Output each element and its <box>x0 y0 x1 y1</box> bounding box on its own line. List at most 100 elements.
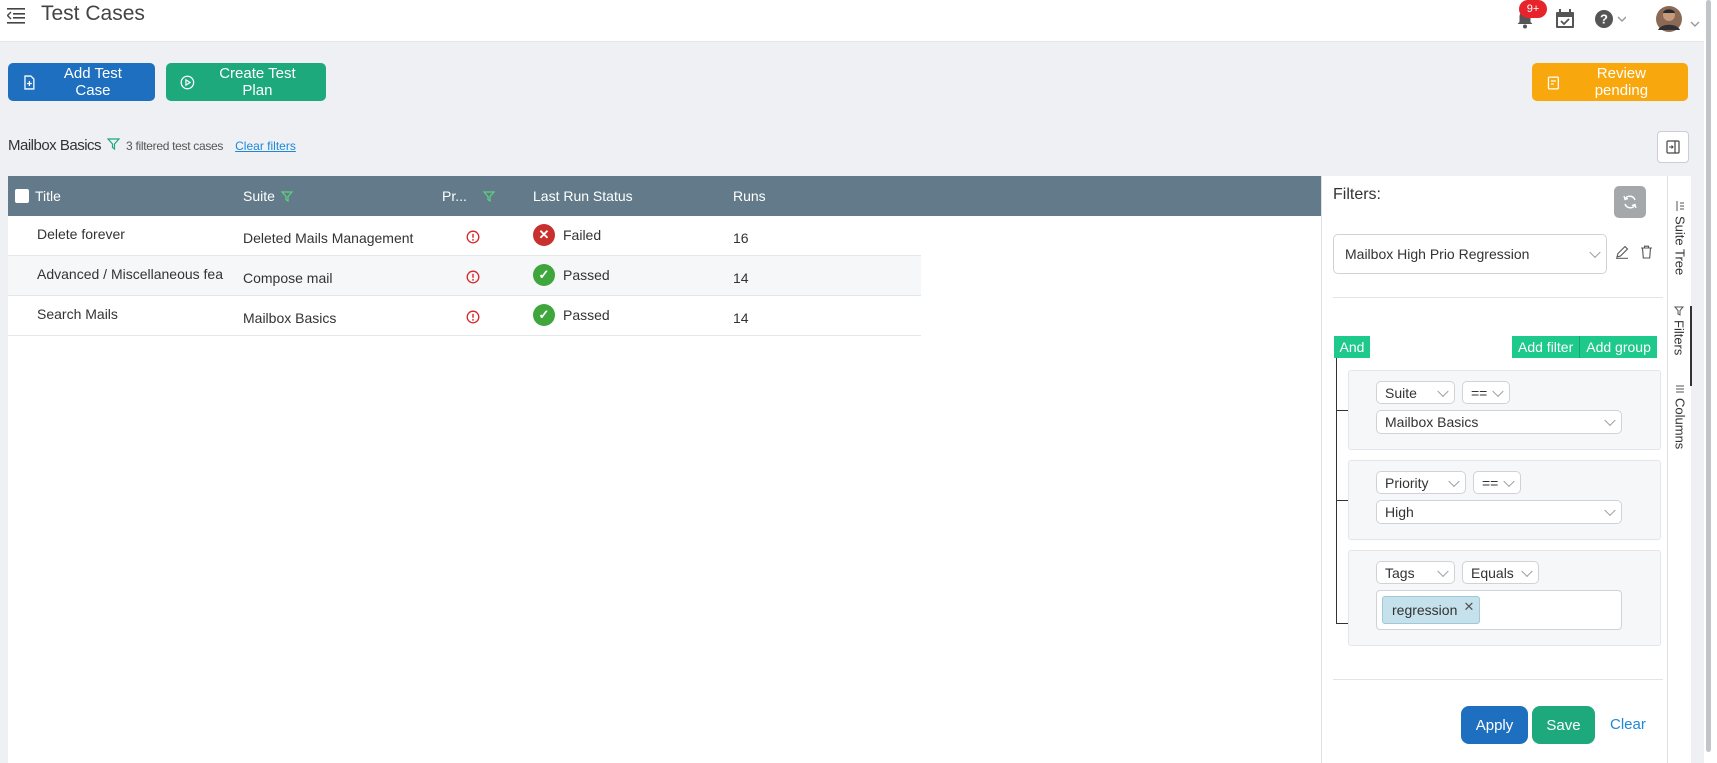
table-header: Title Suite Pr... Last Run Status Runs <box>8 176 1321 216</box>
chevron-down-icon <box>1437 565 1449 577</box>
field-value: Suite <box>1385 384 1417 401</box>
tab-suite-tree[interactable]: Suite Tree <box>1668 200 1692 320</box>
column-runs[interactable]: Runs <box>733 188 766 204</box>
tag-chip: regression ✕ <box>1382 596 1481 624</box>
filter-rule: Suite == Mailbox Basics <box>1348 370 1661 450</box>
remove-tag-icon[interactable]: ✕ <box>1463 599 1474 615</box>
user-avatar[interactable] <box>1655 4 1701 34</box>
table-row[interactable]: Delete forever Deleted Mails Management … <box>8 216 921 256</box>
tags-input[interactable]: regression ✕ <box>1376 590 1622 630</box>
value-select[interactable]: High <box>1376 500 1622 524</box>
column-suite-label: Suite <box>243 188 275 204</box>
tab-filters[interactable]: Filters <box>1668 306 1692 386</box>
breadcrumb: Mailbox Basics 3 filtered test cases Cle… <box>8 137 296 154</box>
add-group-button[interactable]: Add group <box>1579 336 1657 358</box>
trash-icon[interactable] <box>1640 245 1653 259</box>
column-suite[interactable]: Suite <box>243 188 293 204</box>
column-runs-label: Runs <box>733 188 766 204</box>
field-select[interactable]: Priority <box>1376 471 1466 494</box>
review-pending-label: Review pending <box>1594 65 1649 99</box>
clipboard-icon <box>1547 75 1559 90</box>
edit-icon[interactable] <box>1615 245 1629 259</box>
table-row[interactable]: Advanced / Miscellaneous fea Compose mai… <box>8 256 921 296</box>
save-button[interactable]: Save <box>1532 706 1595 744</box>
collapse-panel-button[interactable] <box>1657 131 1689 163</box>
row-suite: Deleted Mails Management <box>243 230 414 246</box>
row-runs: 14 <box>733 270 749 286</box>
saved-filter-value: Mailbox High Prio Regression <box>1345 246 1530 262</box>
table-row[interactable]: Search Mails Mailbox Basics ✓ Passed 14 <box>8 296 921 336</box>
filters-heading: Filters: <box>1333 186 1381 203</box>
status-badge: ✕ Failed <box>533 224 601 246</box>
value-text: Mailbox Basics <box>1385 414 1479 430</box>
operator-select[interactable]: == <box>1473 471 1521 494</box>
row-title[interactable]: Delete forever <box>37 226 227 242</box>
filter-rule: Priority == High <box>1348 460 1661 540</box>
apply-button[interactable]: Apply <box>1461 706 1528 744</box>
divider <box>1333 679 1663 680</box>
row-title[interactable]: Search Mails <box>37 306 227 322</box>
value-text: High <box>1385 504 1414 520</box>
create-test-plan-button[interactable]: Create Test Plan <box>166 63 326 101</box>
chevron-down-icon <box>1448 475 1460 487</box>
review-pending-button[interactable]: Review pending <box>1532 63 1688 101</box>
operator-value: == <box>1471 384 1488 401</box>
notification-badge[interactable]: 9+ <box>1519 0 1547 18</box>
chevron-down-icon <box>1437 385 1449 397</box>
status-badge: ✓ Passed <box>533 264 610 286</box>
field-select[interactable]: Suite <box>1376 381 1455 404</box>
operator-value: == <box>1482 474 1499 491</box>
breadcrumb-title: Mailbox Basics <box>8 137 102 154</box>
column-status-label: Last Run Status <box>533 188 633 204</box>
list-tree-icon <box>1676 201 1684 211</box>
column-last-run-status[interactable]: Last Run Status <box>533 188 633 204</box>
column-priority[interactable]: Pr... <box>442 188 495 204</box>
refresh-button[interactable] <box>1614 186 1646 218</box>
tab-columns[interactable]: Columns <box>1668 384 1692 474</box>
chevron-down-icon <box>1503 475 1515 487</box>
saved-filter-select[interactable]: Mailbox High Prio Regression <box>1333 234 1607 274</box>
chevron-down-icon <box>1492 385 1504 397</box>
combinator-and-button[interactable]: And <box>1334 336 1370 358</box>
clear-filters-link[interactable]: Clear filters <box>235 139 296 153</box>
divider <box>1333 297 1663 298</box>
add-test-case-label: Add Test Case <box>63 65 122 99</box>
select-all-checkbox[interactable] <box>15 189 29 203</box>
svg-text:?: ? <box>1600 12 1608 27</box>
top-bar: Test Cases 9+ ? <box>0 0 1717 42</box>
field-value: Tags <box>1385 564 1415 581</box>
column-title-label: Title <box>35 188 61 204</box>
operator-select[interactable]: Equals <box>1462 561 1539 584</box>
filter-icon[interactable] <box>482 190 495 202</box>
column-title[interactable]: Title <box>15 188 61 204</box>
status-badge: ✓ Passed <box>533 304 610 326</box>
scrollbar[interactable] <box>1706 0 1711 752</box>
filtered-count: 3 filtered test cases <box>126 139 224 153</box>
refresh-icon <box>1623 195 1637 209</box>
row-runs: 14 <box>733 310 749 326</box>
tag-label: regression <box>1392 602 1458 618</box>
operator-select[interactable]: == <box>1462 381 1510 404</box>
filter-icon[interactable] <box>280 190 293 202</box>
add-test-case-button[interactable]: Add Test Case <box>8 63 155 101</box>
add-controls: Add filter Add group <box>1512 336 1657 358</box>
row-title[interactable]: Advanced / Miscellaneous fea <box>37 266 227 282</box>
filter-icon <box>107 138 121 150</box>
calendar-check-icon[interactable] <box>1554 8 1576 30</box>
chevron-down-icon <box>1604 414 1616 427</box>
passed-icon: ✓ <box>533 264 555 286</box>
tab-suite-tree-label: Suite Tree <box>1672 216 1688 276</box>
menu-toggle-icon[interactable] <box>7 6 27 24</box>
clear-button[interactable]: Clear <box>1610 716 1646 733</box>
panel-collapse-icon <box>1666 140 1680 154</box>
value-select[interactable]: Mailbox Basics <box>1376 410 1622 434</box>
row-runs: 16 <box>733 230 749 246</box>
tree-connector <box>1336 358 1337 623</box>
play-circle-icon <box>180 75 195 89</box>
help-icon[interactable]: ? <box>1594 8 1626 30</box>
field-select[interactable]: Tags <box>1376 561 1455 584</box>
add-filter-button[interactable]: Add filter <box>1512 336 1580 358</box>
status-label: Passed <box>563 267 610 283</box>
row-suite: Mailbox Basics <box>243 310 337 326</box>
create-test-plan-label: Create Test Plan <box>219 65 296 99</box>
